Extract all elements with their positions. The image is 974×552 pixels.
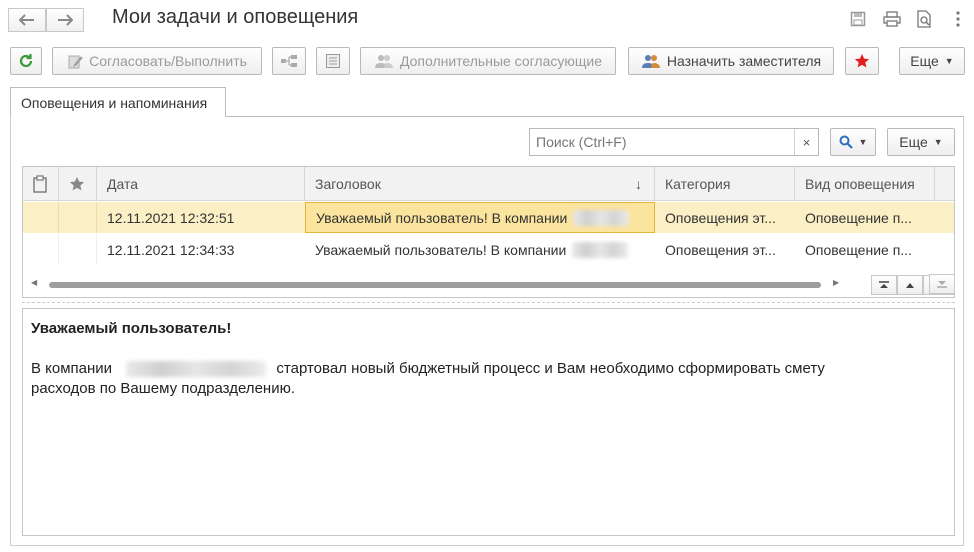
cell-subject[interactable]: Уважаемый пользователь! В компании <box>305 202 655 233</box>
table-row[interactable]: 12.11.2021 12:34:33 Уважаемый пользовате… <box>23 234 954 265</box>
clear-search-button[interactable]: × <box>794 129 818 155</box>
chevron-up-icon <box>906 283 914 288</box>
route-map-button[interactable] <box>272 47 306 75</box>
scroll-top-icon <box>879 281 889 288</box>
window-title: Мои задачи и оповещения <box>112 6 359 28</box>
forward-arrow-icon <box>58 14 73 26</box>
redacted-text <box>572 241 629 258</box>
horizontal-scrollbar[interactable]: ◀ ▶ <box>23 271 954 297</box>
search-input[interactable] <box>530 129 790 155</box>
chevron-down-icon: ▼ <box>858 137 868 147</box>
print-icon[interactable] <box>882 9 902 29</box>
more-label: Еще <box>910 53 939 69</box>
more-button[interactable]: Еще ▼ <box>899 47 965 75</box>
scroll-left-icon[interactable]: ◀ <box>31 278 37 287</box>
additional-approvers-label: Дополнительные согласующие <box>399 53 603 69</box>
column-task-icon[interactable] <box>23 167 59 201</box>
message-heading: Уважаемый пользователь! <box>31 320 232 337</box>
forward-button[interactable] <box>46 8 84 32</box>
approve-execute-label: Согласовать/Выполнить <box>89 53 247 69</box>
tab-notifications-label: Оповещения и напоминания <box>21 94 208 111</box>
cell-date: 12.11.2021 12:32:51 <box>107 209 235 226</box>
assign-deputy-label: Назначить заместителя <box>666 53 822 69</box>
cell-type: Оповещение п... <box>805 209 912 226</box>
route-map-icon <box>281 55 297 67</box>
scroll-bottom-icon <box>937 281 947 288</box>
scroll-up-button[interactable] <box>897 275 923 295</box>
search-icon <box>839 135 853 149</box>
scrollbar-thumb[interactable] <box>49 282 821 288</box>
message-body: В компании стартовал новый бюджетный про… <box>31 360 825 397</box>
column-type[interactable]: Вид оповещения <box>795 167 935 201</box>
column-favorite[interactable] <box>59 167 97 201</box>
back-arrow-icon <box>19 14 34 26</box>
list-view-button[interactable] <box>316 47 350 75</box>
more-vertical-icon[interactable] <box>948 9 968 29</box>
cell-category: Оповещения эт... <box>665 209 776 226</box>
redacted-text <box>573 209 630 226</box>
users-icon <box>374 53 394 69</box>
cell-date: 12.11.2021 12:34:33 <box>107 241 235 258</box>
column-subject[interactable]: Заголовок ↓ <box>305 167 655 201</box>
refresh-icon <box>19 54 33 68</box>
edit-document-icon <box>67 53 83 69</box>
favorite-button[interactable] <box>845 47 879 75</box>
close-icon: × <box>802 134 811 150</box>
chevron-down-icon: ▼ <box>944 56 954 66</box>
clipboard-icon <box>33 175 47 193</box>
scroll-to-top-button[interactable] <box>871 275 897 295</box>
column-date[interactable]: Дата <box>97 167 305 201</box>
splitter[interactable] <box>22 302 955 303</box>
save-icon[interactable] <box>848 9 868 29</box>
star-icon <box>69 177 85 191</box>
sort-desc-icon: ↓ <box>635 176 642 192</box>
chevron-down-icon: ▼ <box>933 137 943 147</box>
back-button[interactable] <box>8 8 46 32</box>
search-box: × <box>529 128 819 156</box>
additional-approvers-button[interactable]: Дополнительные согласующие <box>360 47 616 75</box>
search-more-label: Еще <box>899 134 928 150</box>
tab-notifications[interactable]: Оповещения и напоминания <box>10 87 226 117</box>
approve-execute-button[interactable]: Согласовать/Выполнить <box>52 47 262 75</box>
column-category[interactable]: Категория <box>655 167 795 201</box>
assign-deputy-button[interactable]: Назначить заместителя <box>628 47 834 75</box>
cell-category: Оповещения эт... <box>665 241 776 258</box>
scroll-bottom-button[interactable] <box>929 274 955 294</box>
list-icon <box>326 54 340 68</box>
star-icon <box>854 54 870 68</box>
table-row[interactable]: 12.11.2021 12:32:51 Уважаемый пользовате… <box>23 202 954 233</box>
redacted-text <box>126 361 267 378</box>
cell-subject[interactable]: Уважаемый пользователь! В компании <box>305 234 655 265</box>
refresh-button[interactable] <box>10 47 42 75</box>
notifications-table: Дата Заголовок ↓ Категория Вид оповещени… <box>22 166 955 298</box>
scroll-right-icon[interactable]: ▶ <box>833 278 839 287</box>
message-text[interactable]: Уважаемый пользователь! В компании старт… <box>22 308 955 536</box>
search-options-button[interactable]: ▼ <box>830 128 876 156</box>
cell-type: Оповещение п... <box>805 241 912 258</box>
table-header: Дата Заголовок ↓ Категория Вид оповещени… <box>23 167 954 201</box>
preview-icon[interactable] <box>914 9 934 29</box>
users-icon <box>641 53 661 69</box>
search-more-button[interactable]: Еще ▼ <box>887 128 955 156</box>
